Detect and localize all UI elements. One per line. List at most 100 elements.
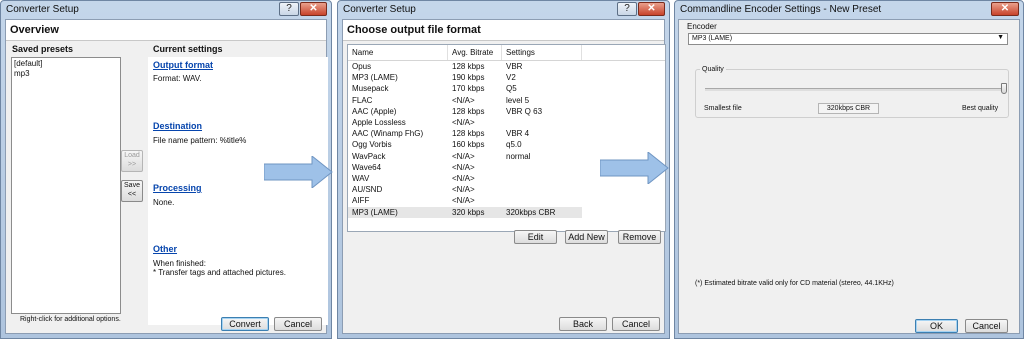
table-row[interactable]: Opus 128 kbps VBR — [348, 61, 582, 72]
preset-item[interactable]: [default] — [14, 59, 42, 68]
back-button[interactable]: Back — [559, 317, 607, 331]
encoder-select[interactable]: MP3 (LAME) ▼ — [688, 33, 1008, 45]
table-row[interactable]: WAV <N/A> — [348, 173, 582, 184]
save-button[interactable]: Save << — [121, 180, 143, 202]
quality-slider-thumb[interactable] — [1001, 83, 1007, 94]
other-text-2: * Transfer tags and attached pictures. — [153, 268, 286, 277]
table-row[interactable]: Apple Lossless <N/A> — [348, 117, 582, 128]
other-text-1: When finished: — [153, 259, 206, 268]
format-name-cell: MP3 (LAME) — [352, 207, 398, 217]
smallest-file-label: Smallest file — [704, 105, 742, 112]
convert-button[interactable]: Convert — [221, 317, 269, 331]
table-row[interactable]: Wave64 <N/A> — [348, 162, 582, 173]
format-name-cell: AAC (Apple) — [352, 106, 397, 116]
close-button[interactable]: ✕ — [300, 2, 327, 16]
format-name-cell: Wave64 — [352, 162, 382, 172]
format-table[interactable]: Name Avg. Bitrate Settings Opus 128 kbps V… — [347, 44, 666, 232]
table-row[interactable]: AAC (Apple) 128 kbps VBR Q 63 — [348, 106, 582, 117]
column-header-settings[interactable]: Settings — [502, 45, 582, 60]
help-button[interactable]: ? — [617, 2, 637, 16]
format-name-cell: Opus — [352, 62, 372, 71]
load-button[interactable]: Load >> — [121, 150, 143, 172]
current-settings-label: Current settings — [153, 44, 223, 54]
window-title: Commandline Encoder Settings - New Prese… — [680, 4, 882, 15]
table-row[interactable]: AU/SND <N/A> — [348, 184, 582, 195]
settings-cell: level 5 — [506, 95, 530, 105]
format-name-cell: AU/SND — [352, 185, 383, 195]
bitrate-cell: <N/A> — [452, 196, 475, 206]
encoder-selected-value: MP3 (LAME) — [692, 35, 733, 42]
format-name-cell: AAC (Winamp FhG) — [352, 129, 424, 139]
table-header: Name Avg. Bitrate Settings — [348, 45, 665, 61]
processing-link[interactable]: Processing — [153, 183, 202, 193]
output-format-link[interactable]: Output format — [153, 60, 213, 70]
format-name-cell: FLAC — [352, 95, 373, 105]
quality-slider-track[interactable] — [705, 88, 1007, 91]
table-row[interactable]: MP3 (LAME) 320 kbps 320kbps CBR — [348, 206, 582, 218]
encoder-label: Encoder — [687, 22, 717, 31]
format-name-cell: WavPack — [352, 151, 386, 161]
format-name-cell: Apple Lossless — [352, 118, 406, 127]
presets-list[interactable]: [default] mp3 — [11, 57, 121, 314]
dialog-client: Encoder MP3 (LAME) ▼ Quality Smallest fi… — [678, 19, 1020, 334]
bitrate-readout: 320kbps CBR — [818, 103, 879, 114]
format-name-cell: WAV — [352, 174, 370, 183]
table-row[interactable]: Musepack 170 kbps Q5 — [348, 83, 582, 94]
format-name-cell: Ogg Vorbis — [352, 140, 392, 150]
edit-button[interactable]: Edit — [514, 230, 557, 244]
settings-cell: q5.0 — [506, 140, 522, 150]
bitrate-cell: 320 kbps — [452, 207, 485, 217]
column-header-name[interactable]: Name — [348, 45, 448, 60]
table-row[interactable]: AIFF <N/A> — [348, 195, 582, 206]
settings-cell: VBR — [506, 62, 523, 71]
bitrate-cell: <N/A> — [452, 151, 475, 161]
settings-cell: V2 — [506, 73, 516, 83]
right-arrow-icon — [600, 152, 669, 184]
encoder-settings-window: Commandline Encoder Settings - New Prese… — [674, 0, 1024, 339]
format-name-cell: MP3 (LAME) — [352, 73, 398, 83]
cancel-button[interactable]: Cancel — [612, 317, 660, 331]
add-new-button[interactable]: Add New — [565, 230, 608, 244]
table-row[interactable]: WavPack <N/A> normal — [348, 151, 582, 162]
format-name-cell: AIFF — [352, 196, 370, 206]
table-row[interactable]: Ogg Vorbis 160 kbps q5.0 — [348, 139, 582, 150]
page-title: Choose output file format — [343, 20, 664, 41]
cancel-button[interactable]: Cancel — [965, 319, 1008, 333]
bitrate-cell: 170 kbps — [452, 84, 485, 94]
bitrate-cell: <N/A> — [452, 185, 475, 195]
ok-button[interactable]: OK — [915, 319, 958, 333]
settings-cell: VBR 4 — [506, 129, 530, 139]
close-button[interactable]: ✕ — [638, 2, 665, 16]
bitrate-cell: 190 kbps — [452, 73, 485, 83]
bitrate-cell: <N/A> — [452, 118, 475, 127]
settings-cell: 320kbps CBR — [506, 207, 556, 217]
close-button[interactable]: ✕ — [991, 2, 1019, 16]
output-format-text: Format: WAV. — [153, 74, 202, 83]
quality-label: Quality — [702, 66, 724, 73]
column-header-bitrate[interactable]: Avg. Bitrate — [448, 45, 502, 60]
bitrate-cell: <N/A> — [452, 162, 475, 172]
cancel-button[interactable]: Cancel — [274, 317, 322, 331]
remove-button[interactable]: Remove — [618, 230, 661, 244]
destination-link[interactable]: Destination — [153, 121, 202, 131]
best-quality-label: Best quality — [962, 105, 999, 112]
saved-presets-label: Saved presets — [12, 44, 74, 54]
settings-cell: VBR Q 63 — [506, 106, 543, 116]
settings-cell: Q5 — [506, 84, 517, 94]
table-row[interactable]: FLAC <N/A> level 5 — [348, 95, 582, 106]
bitrate-cell: 128 kbps — [452, 106, 485, 116]
bitrate-cell: <N/A> — [452, 174, 475, 183]
settings-cell: normal — [506, 151, 531, 161]
table-row[interactable]: MP3 (LAME) 190 kbps V2 — [348, 72, 582, 83]
format-name-cell: Musepack — [352, 84, 389, 94]
other-link[interactable]: Other — [153, 244, 177, 254]
presets-hint: Right-click for additional options. — [20, 316, 121, 323]
chevron-down-icon: ▼ — [997, 34, 1004, 41]
help-button[interactable]: ? — [279, 2, 299, 16]
bitrate-note: (*) Estimated bitrate valid only for CD … — [695, 280, 894, 287]
table-row[interactable]: AAC (Winamp FhG) 128 kbps VBR 4 — [348, 128, 582, 139]
page-title: Overview — [6, 20, 326, 41]
processing-text: None. — [153, 198, 175, 207]
bitrate-cell: 160 kbps — [452, 140, 485, 150]
preset-item[interactable]: mp3 — [14, 69, 30, 78]
